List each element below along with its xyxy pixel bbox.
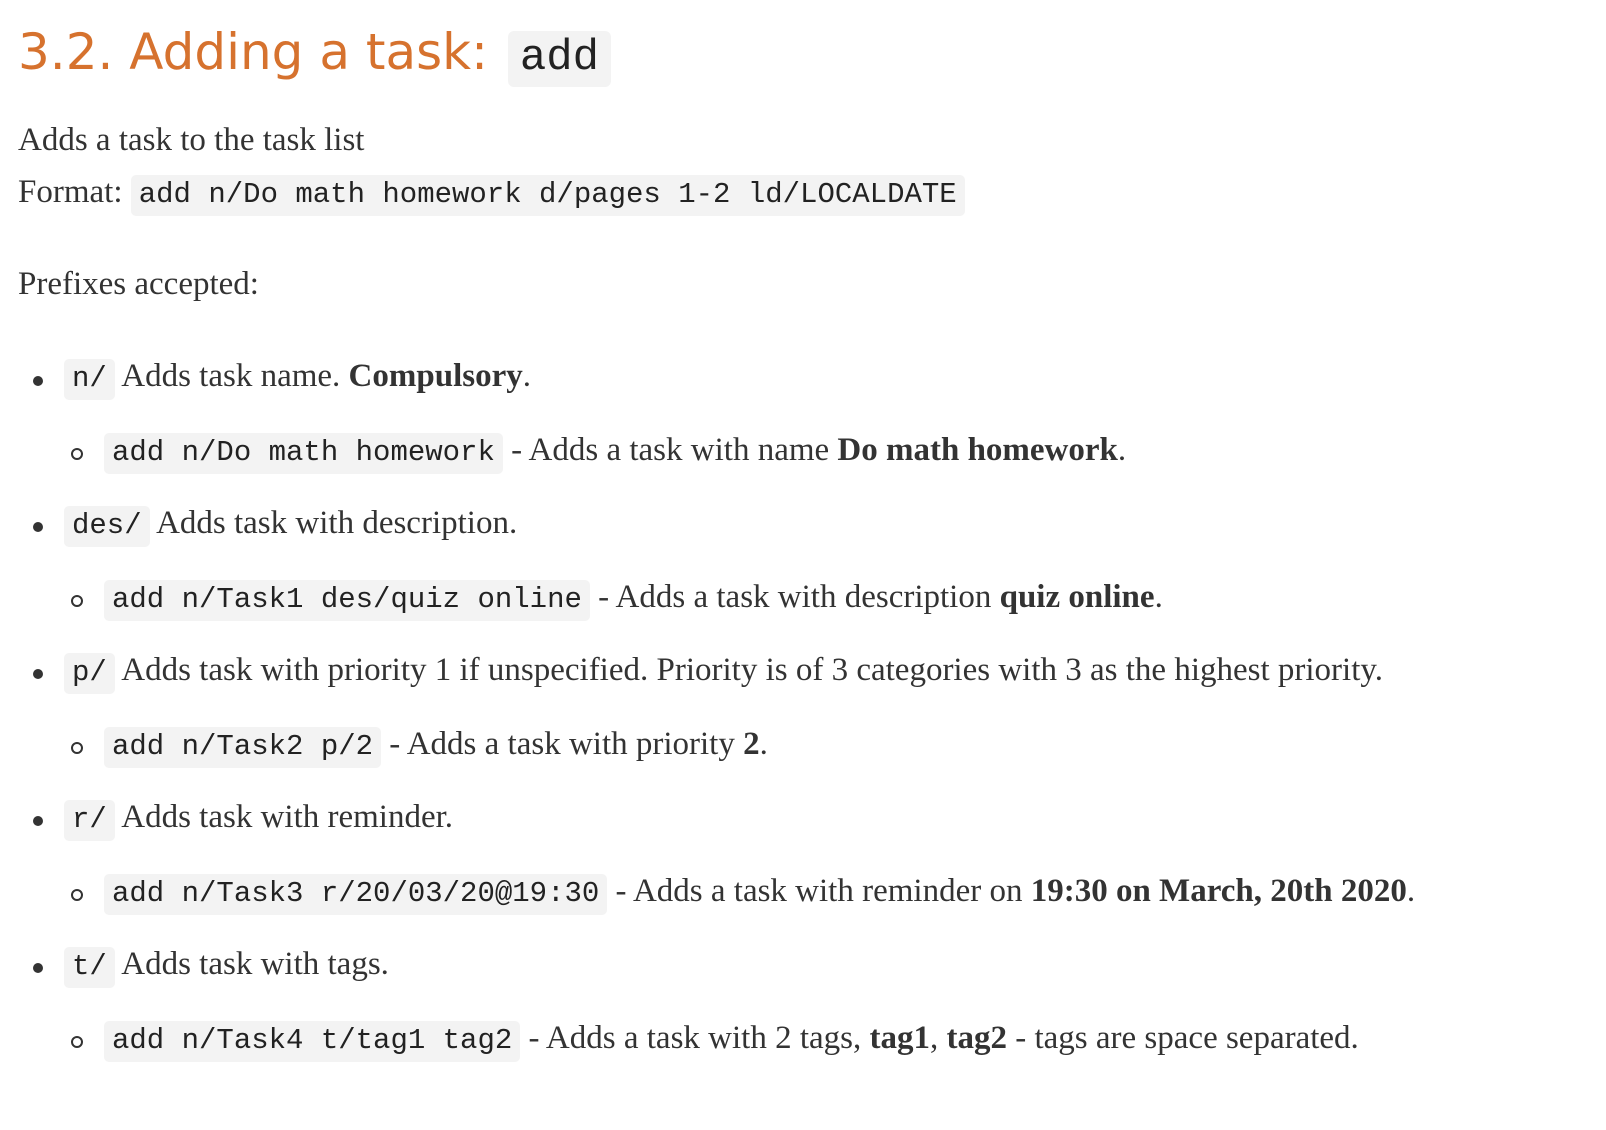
- prefixes-label: Prefixes accepted:: [18, 266, 259, 302]
- sub-bullet-marker: [71, 742, 83, 754]
- example-item-priority: add n/Task2 p/2 - Adds a task with prior…: [104, 726, 768, 768]
- prefix-text: Adds task with priority 1 if unspecified…: [121, 652, 1383, 688]
- bullet-marker: [33, 816, 43, 826]
- example-bold: 2: [743, 726, 760, 762]
- example-bold: Do math homework: [837, 432, 1118, 468]
- prefix-code: des/: [64, 506, 150, 547]
- prefix-item-reminder: r/ Adds task with reminder.: [64, 799, 454, 841]
- example-separator: ,: [930, 1020, 939, 1056]
- example-code: add n/Do math homework: [104, 433, 503, 474]
- bullet-marker: [33, 963, 43, 973]
- prefix-text: Adds task with tags.: [121, 946, 389, 982]
- example-tail: .: [1154, 579, 1163, 615]
- prefix-text: Adds task with description.: [156, 505, 518, 541]
- sub-bullet-marker: [71, 448, 83, 460]
- heading-text: 3.2. Adding a task:: [18, 23, 488, 81]
- format-line: Format: add n/Do math homework d/pages 1…: [18, 174, 965, 216]
- section-heading: 3.2. Adding a task: add: [18, 18, 612, 92]
- example-text: - Adds a task with name: [511, 432, 830, 468]
- example-item-name: add n/Do math homework - Adds a task wit…: [104, 432, 1127, 474]
- prefix-item-tags: t/ Adds task with tags.: [64, 946, 389, 988]
- example-text: - Adds a task with priority: [389, 726, 735, 762]
- example-bold: 19:30 on March, 20th 2020: [1030, 873, 1407, 909]
- prefix-bold: Compulsory: [348, 358, 523, 394]
- example-tail: .: [1117, 432, 1127, 468]
- example-bold: quiz online: [999, 579, 1155, 615]
- prefix-code: n/: [64, 359, 115, 400]
- prefix-item-description: des/ Adds task with description.: [64, 505, 518, 547]
- example-item-description: add n/Task1 des/quiz online - Adds a tas…: [104, 579, 1163, 621]
- example-tail: .: [759, 726, 768, 762]
- bullet-marker: [33, 376, 43, 386]
- prefix-code: t/: [64, 947, 115, 988]
- intro-text: Adds a task to the task list: [18, 122, 365, 158]
- format-label: Format:: [18, 174, 123, 210]
- example-code: add n/Task2 p/2: [104, 727, 382, 768]
- heading-code: add: [507, 31, 612, 87]
- example-tail: .: [1406, 873, 1416, 909]
- example-item-tags: add n/Task4 t/tag1 tag2 - Adds a task wi…: [104, 1020, 1359, 1062]
- sub-bullet-marker: [71, 889, 83, 901]
- prefix-tail: .: [522, 358, 531, 394]
- example-tail: - tags are space separated.: [1015, 1020, 1359, 1056]
- prefix-text: Adds task name.: [121, 358, 341, 394]
- prefix-code: r/: [64, 800, 115, 841]
- prefix-item-name: n/ Adds task name. Compulsory.: [64, 358, 531, 400]
- example-text: - Adds a task with description: [598, 579, 992, 615]
- example-text: - Adds a task with 2 tags,: [528, 1020, 862, 1056]
- sub-bullet-marker: [71, 595, 83, 607]
- bullet-marker: [33, 669, 43, 679]
- example-bold-2: tag2: [946, 1020, 1008, 1056]
- sub-bullet-marker: [71, 1036, 83, 1048]
- bullet-marker: [33, 522, 43, 532]
- prefix-text: Adds task with reminder.: [121, 799, 454, 835]
- format-code: add n/Do math homework d/pages 1-2 ld/LO…: [130, 175, 965, 216]
- example-text: - Adds a task with reminder on: [615, 873, 1023, 909]
- prefix-code: p/: [64, 653, 115, 694]
- example-bold: tag1: [869, 1020, 931, 1056]
- example-code: add n/Task1 des/quiz online: [104, 580, 590, 621]
- example-code: add n/Task4 t/tag1 tag2: [104, 1021, 521, 1062]
- prefix-item-priority: p/ Adds task with priority 1 if unspecif…: [64, 652, 1383, 694]
- example-code: add n/Task3 r/20/03/20@19:30: [104, 874, 608, 915]
- example-item-reminder: add n/Task3 r/20/03/20@19:30 - Adds a ta…: [104, 873, 1416, 915]
